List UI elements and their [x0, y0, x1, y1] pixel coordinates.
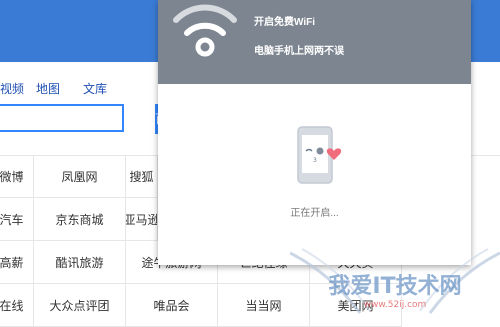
search-input[interactable] — [0, 104, 124, 132]
link-cell[interactable]: 大众点评团 — [34, 284, 126, 327]
wifi-icon — [173, 4, 237, 57]
free-wifi-popup: 开启免费WiFi 电脑手机上网两不误 3 正在开启... — [158, 0, 471, 265]
link-cell[interactable]: 京东商城 — [34, 198, 126, 241]
svg-text:3: 3 — [313, 157, 317, 164]
link-cell[interactable]: 搜狐 — [126, 155, 158, 198]
popup-subtitle: 电脑手机上网两不误 — [254, 46, 344, 57]
link-cell[interactable]: 高薪 — [0, 241, 34, 284]
nav-item-video[interactable]: 视频 — [0, 80, 24, 97]
link-cell[interactable]: 凤凰网 — [34, 155, 126, 198]
svg-text:www.52ij.com: www.52ij.com — [364, 300, 427, 310]
popup-title: 开启免费WiFi — [254, 17, 316, 28]
link-cell[interactable]: 汽车 — [0, 198, 34, 241]
link-cell[interactable]: 酷讯旅游 — [34, 241, 126, 284]
site-watermark-logo: 我爱IT技术网 www.52ij.com — [290, 248, 500, 314]
status-text: 正在开启... — [290, 208, 339, 219]
svg-text:我爱IT技术网: 我爱IT技术网 — [328, 274, 461, 299]
link-cell[interactable]: 微博 — [0, 155, 34, 198]
link-cell[interactable]: 亚马逊 — [126, 198, 158, 241]
link-cell[interactable]: 唯品会 — [126, 284, 218, 327]
nav-item-map[interactable]: 地图 — [36, 80, 60, 97]
popup-header: 开启免费WiFi 电脑手机上网两不误 — [158, 0, 471, 84]
phone-kiss-icon: 3 — [297, 126, 342, 184]
nav-item-library[interactable]: 文库 — [83, 80, 107, 97]
link-cell[interactable]: 在线 — [0, 284, 34, 327]
